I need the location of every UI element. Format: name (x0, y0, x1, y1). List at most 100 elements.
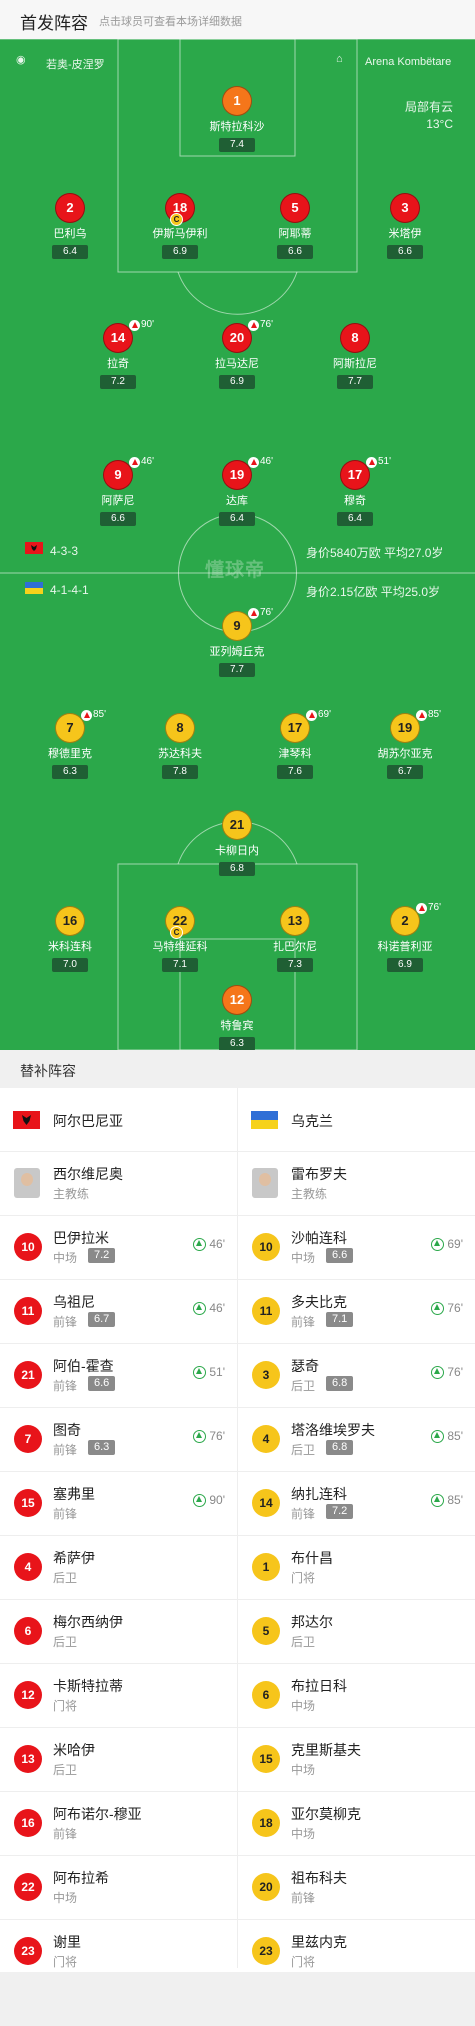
watermark: 懂球帝 (205, 560, 266, 581)
sub-position: 后卫 (53, 1571, 78, 1585)
sub-on-icon (431, 1301, 445, 1315)
home-sub-row[interactable]: 13 米哈伊 后卫 (0, 1728, 237, 1792)
sub-name: 瑟奇 (291, 1358, 319, 1374)
sub-on-icon (431, 1365, 445, 1379)
sub-number: 23 (252, 1937, 280, 1965)
home-sub-row[interactable]: 6 梅尔西纳伊 后卫 (0, 1600, 237, 1664)
sub-rating: 6.3 (88, 1440, 116, 1455)
player-rating: 6.6 (387, 245, 423, 259)
home-player[interactable]: 20 76' 拉马达尼 6.9 (187, 319, 287, 389)
home-team-row: 阿尔巴尼亚 (0, 1088, 237, 1152)
home-player[interactable]: 9 46' 阿萨尼 6.6 (68, 456, 168, 526)
away-player[interactable]: 2 76' 科诺普利亚 6.9 (355, 902, 455, 972)
home-sub-row[interactable]: 15 塞弗里 前锋 90' (0, 1472, 237, 1536)
away-sub-row[interactable]: 20 祖布科夫 前锋 (238, 1856, 475, 1920)
player-number: 16 (55, 906, 85, 936)
home-player[interactable]: 1 斯特拉科沙 7.4 (187, 86, 287, 152)
player-name: 阿萨尼 (101, 495, 135, 507)
sub-name: 邦达尔 (291, 1614, 333, 1630)
home-player[interactable]: 2 巴利乌 6.4 (20, 193, 120, 259)
home-sub-row[interactable]: 10 巴伊拉米 中场 7.2 46' (0, 1216, 237, 1280)
player-rating: 7.2 (100, 375, 136, 389)
player-name: 穆德里克 (48, 748, 92, 760)
sub-time: 76' (260, 607, 274, 618)
home-player[interactable]: 19 46' 达库 6.4 (187, 456, 287, 526)
sub-name: 亚尔莫柳克 (291, 1806, 361, 1822)
away-sub-row[interactable]: 6 布拉日科 中场 (238, 1664, 475, 1728)
lineup-subtitle: 点击球员可查看本场详细数据 (99, 16, 242, 28)
away-sub-row[interactable]: 15 克里斯基夫 中场 (238, 1728, 475, 1792)
away-sub-row[interactable]: 1 布什昌 门将 (238, 1536, 475, 1600)
sub-rating: 6.6 (326, 1248, 354, 1263)
sub-position: 前锋 (53, 1443, 78, 1457)
away-sub-row[interactable]: 4 塔洛维埃罗夫 后卫 6.8 85' (238, 1408, 475, 1472)
sub-name: 梅尔西纳伊 (53, 1614, 123, 1630)
sub-time: 76' (260, 319, 274, 330)
home-sub-row[interactable]: 4 希萨伊 后卫 (0, 1536, 237, 1600)
sub-off-icon (248, 608, 259, 619)
sub-on-icon (193, 1365, 207, 1379)
sub-name: 布什昌 (291, 1550, 333, 1566)
away-player[interactable]: 22 C 马特维延科 7.1 (130, 906, 230, 972)
away-sub-row[interactable]: 3 瑟奇 后卫 6.8 76' (238, 1344, 475, 1408)
away-player[interactable]: 17 69' 津琴科 7.6 (245, 709, 345, 779)
sub-number: 4 (14, 1553, 42, 1581)
away-player[interactable]: 21 卡柳日内 6.8 (187, 810, 287, 876)
sub-rating: 6.8 (326, 1440, 354, 1455)
sub-name: 多夫比克 (291, 1294, 347, 1310)
home-player[interactable]: 5 阿耶蒂 6.6 (245, 193, 345, 259)
sub-off-icon (81, 710, 92, 721)
coach-role: 主教练 (291, 1187, 328, 1201)
away-team-name: 乌克兰 (291, 1113, 333, 1129)
player-rating: 6.4 (337, 512, 373, 526)
sub-position: 门将 (53, 1699, 78, 1713)
sub-name: 塔洛维埃罗夫 (291, 1422, 375, 1438)
sub-number: 16 (14, 1809, 42, 1837)
home-sub-row[interactable]: 11 乌祖尼 前锋 6.7 46' (0, 1280, 237, 1344)
player-number: 5 (280, 193, 310, 223)
away-sub-row[interactable]: 10 沙帕连科 中场 6.6 69' (238, 1216, 475, 1280)
home-formation: 4-3-3 (50, 544, 79, 558)
home-sub-row[interactable]: 7 图奇 前锋 6.3 76' (0, 1408, 237, 1472)
home-player[interactable]: 17 51' 穆奇 6.4 (305, 456, 405, 526)
venue-left-label: 若奥-皮涅罗 (46, 59, 105, 71)
sub-time: 69' (318, 709, 332, 720)
away-player[interactable]: 16 米科连科 7.0 (20, 906, 120, 972)
sub-name: 巴伊拉米 (53, 1230, 109, 1246)
home-player[interactable]: 3 米塔伊 6.6 (355, 193, 455, 259)
away-player[interactable]: 7 85' 穆德里克 6.3 (20, 709, 120, 779)
away-player[interactable]: 19 85' 胡苏尔亚克 6.7 (355, 709, 455, 779)
home-player[interactable]: 8 阿斯拉尼 7.7 (305, 323, 405, 389)
home-player[interactable]: 14 90' 拉奇 7.2 (68, 319, 168, 389)
away-player[interactable]: 13 扎巴尔尼 7.3 (245, 906, 345, 972)
sub-on-icon (431, 1493, 445, 1507)
sub-time: 85' (428, 709, 442, 720)
sub-position: 前锋 (53, 1507, 78, 1521)
away-sub-row[interactable]: 14 纳扎连科 前锋 7.2 85' (238, 1472, 475, 1536)
away-player[interactable]: 8 苏达科夫 7.8 (130, 713, 230, 779)
away-sub-row[interactable]: 11 多夫比克 前锋 7.1 76' (238, 1280, 475, 1344)
away-player[interactable]: 9 76' 亚列姆丘克 7.7 (187, 607, 287, 677)
sub-name: 卡斯特拉蒂 (53, 1678, 123, 1694)
home-sub-row[interactable]: 21 阿伯-霍查 前锋 6.6 51' (0, 1344, 237, 1408)
away-player[interactable]: 12 特鲁宾 6.3 (187, 985, 287, 1050)
coach-role: 主教练 (53, 1187, 90, 1201)
sub-name: 谢里 (53, 1934, 81, 1950)
ukraine-flag-icon (251, 1111, 278, 1129)
home-coach-row[interactable]: 西尔维尼奥 主教练 (0, 1152, 237, 1216)
home-sub-row[interactable]: 12 卡斯特拉蒂 门将 (0, 1664, 237, 1728)
player-rating: 6.4 (52, 245, 88, 259)
home-sub-row[interactable]: 16 阿布诺尔-穆亚 前锋 (0, 1792, 237, 1856)
player-name: 斯特拉科沙 (209, 121, 265, 133)
home-player[interactable]: 18 C 伊斯马伊利 6.9 (130, 193, 230, 259)
away-sub-row[interactable]: 18 亚尔莫柳克 中场 (238, 1792, 475, 1856)
away-coach-row[interactable]: 雷布罗夫 主教练 (238, 1152, 475, 1216)
sub-name: 克里斯基夫 (291, 1742, 361, 1758)
sub-position: 后卫 (53, 1635, 78, 1649)
away-sub-row[interactable]: 5 邦达尔 后卫 (238, 1600, 475, 1664)
player-name: 米科连科 (48, 941, 92, 953)
player-name: 亚列姆丘克 (209, 646, 265, 658)
player-rating: 6.9 (219, 375, 255, 389)
player-name: 达库 (226, 495, 248, 507)
home-sub-row[interactable]: 22 阿布拉希 中场 (0, 1856, 237, 1920)
